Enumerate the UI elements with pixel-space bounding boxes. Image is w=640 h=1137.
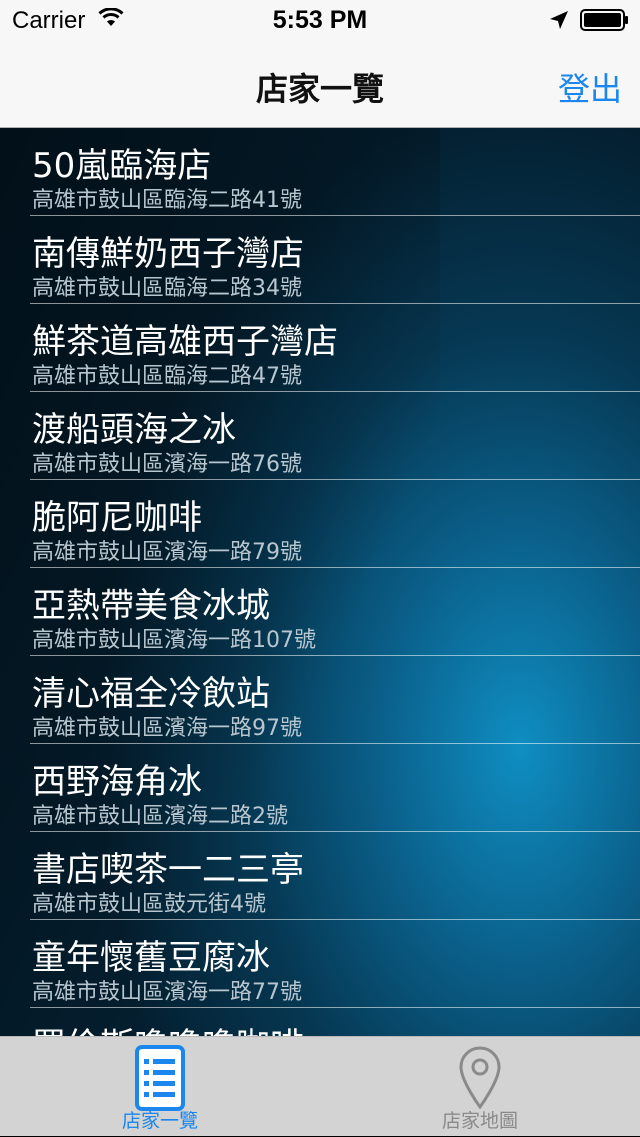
store-name: 渡船頭海之冰 (32, 410, 236, 450)
battery-icon (580, 9, 630, 36)
store-address: 高雄市鼓山區濱海一路79號 (32, 540, 302, 565)
store-row[interactable]: 南傳鮮奶西子灣店 高雄市鼓山區臨海二路34號 (0, 216, 640, 304)
store-address: 高雄市鼓山區濱海二路2號 (32, 804, 288, 829)
store-address: 高雄市鼓山區濱海一路76號 (32, 452, 302, 477)
store-row[interactable]: 亞熱帶美食冰城 高雄市鼓山區濱海一路107號 (0, 568, 640, 656)
store-address: 高雄市鼓山區臨海二路41號 (32, 188, 302, 213)
navigation-bar: 店家一覽 登出 (0, 40, 640, 128)
status-time: 5:53 PM (272, 6, 368, 34)
store-row[interactable]: 50嵐臨海店 高雄市鼓山區臨海二路41號 (0, 128, 640, 216)
store-name: 羅倫斯嚕嚕嚕咖啡 (32, 1018, 304, 1036)
store-row[interactable]: 西野海角冰 高雄市鼓山區濱海二路2號 (0, 744, 640, 832)
page-title: 店家一覽 (255, 70, 384, 108)
store-row[interactable]: 鮮茶道高雄西子灣店 高雄市鼓山區臨海二路47號 (0, 304, 640, 392)
store-row[interactable]: 渡船頭海之冰 高雄市鼓山區濱海一路76號 (0, 392, 640, 480)
tab-bar: 店家一覽 店家地圖 (0, 1036, 640, 1136)
store-name: 清心福全冷飲站 (32, 674, 270, 714)
tab-store-list[interactable]: 店家一覽 (0, 1037, 320, 1137)
store-row[interactable]: 羅倫斯嚕嚕嚕咖啡高雄市鼓山區 (0, 1008, 640, 1036)
store-row[interactable]: 清心福全冷飲站 高雄市鼓山區濱海一路97號 (0, 656, 640, 744)
store-name: 鮮茶道高雄西子灣店 (32, 322, 338, 362)
store-row[interactable]: 童年懷舊豆腐冰 高雄市鼓山區濱海一路77號 (0, 920, 640, 1008)
store-list[interactable]: 50嵐臨海店 高雄市鼓山區臨海二路41號 南傳鮮奶西子灣店 高雄市鼓山區臨海二路34號… (0, 128, 640, 1036)
store-name: 南傳鮮奶西子灣店 (32, 234, 304, 274)
store-name: 童年懷舊豆腐冰 (32, 938, 270, 978)
list-icon (135, 1045, 185, 1115)
store-row[interactable]: 書店喫茶一二三亭 高雄市鼓山區鼓元街4號 (0, 832, 640, 920)
store-address: 高雄市鼓山區濱海一路77號 (32, 980, 302, 1005)
map-pin-icon (457, 1045, 503, 1115)
store-row[interactable]: 脆阿尼咖啡 高雄市鼓山區濱海一路79號 (0, 480, 640, 568)
tab-store-map[interactable]: 店家地圖 (320, 1037, 640, 1137)
status-bar: Carrier 5:53 PM (0, 0, 640, 40)
store-name: 脆阿尼咖啡 (32, 498, 202, 538)
store-name: 西野海角冰 (32, 762, 202, 802)
logout-button[interactable]: 登出 (558, 64, 622, 110)
store-name: 書店喫茶一二三亭 (32, 850, 304, 890)
store-address: 高雄市鼓山區鼓元街4號 (32, 892, 266, 917)
store-address: 高雄市鼓山區濱海一路97號 (32, 716, 302, 741)
store-name: 50嵐臨海店 (32, 146, 212, 186)
tab-label: 店家地圖 (441, 1110, 518, 1132)
store-address: 高雄市鼓山區臨海二路47號 (32, 364, 302, 389)
location-arrow-icon (548, 9, 570, 36)
tab-label: 店家一覽 (121, 1110, 198, 1132)
store-address: 高雄市鼓山區濱海一路107號 (32, 628, 316, 653)
store-name: 亞熱帶美食冰城 (32, 586, 270, 626)
store-address: 高雄市鼓山區臨海二路34號 (32, 276, 302, 301)
